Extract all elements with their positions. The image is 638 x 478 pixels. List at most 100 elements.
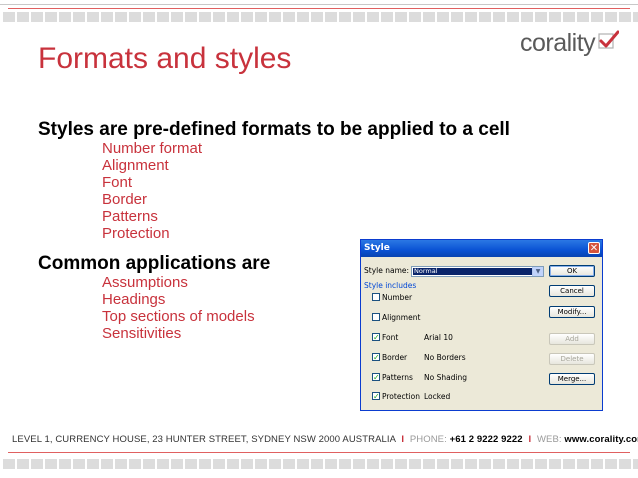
decorative-tile bbox=[241, 12, 253, 22]
decorative-tile bbox=[45, 459, 57, 469]
decorative-tile bbox=[185, 12, 197, 22]
font-value: Arial 10 bbox=[424, 333, 453, 342]
decorative-tile bbox=[269, 459, 281, 469]
protection-label: Protection bbox=[382, 392, 420, 401]
decorative-tile bbox=[465, 459, 477, 469]
heading-applications: Common applications are bbox=[38, 253, 271, 274]
footer-contact: LEVEL 1, CURRENCY HOUSE, 23 HUNTER STREE… bbox=[12, 434, 638, 445]
decorative-tile bbox=[325, 459, 337, 469]
decorative-tile bbox=[255, 459, 267, 469]
footer-phone: +61 2 9222 9222 bbox=[449, 434, 523, 445]
footer-separator: I bbox=[528, 434, 532, 445]
list-item: Assumptions bbox=[102, 274, 188, 291]
top-decorative-band bbox=[0, 12, 638, 22]
decorative-tile bbox=[101, 12, 113, 22]
decorative-tile bbox=[633, 12, 638, 22]
decorative-tile bbox=[199, 459, 211, 469]
decorative-tile bbox=[381, 12, 393, 22]
font-checkbox[interactable]: ✓ bbox=[372, 333, 380, 342]
list-item: Number format bbox=[102, 140, 203, 157]
decorative-tile bbox=[17, 12, 29, 22]
decorative-tile bbox=[31, 12, 43, 22]
decorative-tile bbox=[563, 12, 575, 22]
decorative-tile bbox=[339, 459, 351, 469]
decorative-tile bbox=[395, 12, 407, 22]
modify-button[interactable]: Modify... bbox=[549, 306, 595, 318]
list-item: Headings bbox=[102, 291, 166, 308]
decorative-tile bbox=[479, 459, 491, 469]
decorative-tile bbox=[423, 12, 435, 22]
decorative-tile bbox=[115, 12, 127, 22]
decorative-tile bbox=[619, 12, 631, 22]
merge-button[interactable]: Merge... bbox=[549, 373, 595, 385]
decorative-tile bbox=[143, 459, 155, 469]
footer-web-label: WEB: bbox=[536, 434, 562, 445]
list-item: Border bbox=[102, 191, 148, 208]
footer-web[interactable]: www.corality.com bbox=[564, 434, 638, 445]
decorative-tile bbox=[619, 459, 631, 469]
patterns-label: Patterns bbox=[382, 373, 413, 382]
decorative-tile bbox=[227, 12, 239, 22]
ok-button[interactable]: OK bbox=[549, 265, 595, 277]
decorative-tile bbox=[185, 459, 197, 469]
decorative-tile bbox=[521, 459, 533, 469]
list-item: Top sections of models bbox=[102, 308, 255, 325]
decorative-tile bbox=[507, 459, 519, 469]
decorative-tile bbox=[353, 12, 365, 22]
decorative-tile bbox=[353, 459, 365, 469]
cancel-button[interactable]: Cancel bbox=[549, 285, 595, 297]
delete-button[interactable]: Delete bbox=[549, 353, 595, 365]
add-button[interactable]: Add bbox=[549, 333, 595, 345]
decorative-tile bbox=[465, 12, 477, 22]
footer-phone-label: PHONE: bbox=[409, 434, 447, 445]
chevron-down-icon[interactable]: ▼ bbox=[532, 267, 543, 276]
decorative-tile bbox=[409, 12, 421, 22]
decorative-tile bbox=[493, 12, 505, 22]
decorative-tile bbox=[101, 459, 113, 469]
decorative-tile bbox=[311, 459, 323, 469]
decorative-tile bbox=[409, 459, 421, 469]
decorative-tile bbox=[73, 459, 85, 469]
top-divider bbox=[0, 4, 638, 5]
decorative-tile bbox=[605, 459, 617, 469]
decorative-tile bbox=[633, 459, 638, 469]
decorative-tile bbox=[283, 12, 295, 22]
patterns-checkbox[interactable]: ✓ bbox=[372, 373, 380, 382]
patterns-value: No Shading bbox=[424, 373, 468, 382]
decorative-tile bbox=[171, 459, 183, 469]
list-item: Patterns bbox=[102, 208, 158, 225]
decorative-tile bbox=[395, 459, 407, 469]
decorative-tile bbox=[591, 459, 603, 469]
decorative-tile bbox=[437, 12, 449, 22]
decorative-tile bbox=[339, 12, 351, 22]
decorative-tile bbox=[451, 459, 463, 469]
bottom-red-rule bbox=[8, 452, 630, 453]
decorative-tile bbox=[507, 12, 519, 22]
decorative-tile bbox=[367, 459, 379, 469]
footer-address: LEVEL 1, CURRENCY HOUSE, 23 HUNTER STREE… bbox=[12, 434, 396, 445]
alignment-checkbox[interactable] bbox=[372, 313, 380, 321]
protection-value: Locked bbox=[424, 392, 451, 401]
slide-title: Formats and styles bbox=[38, 42, 292, 75]
style-name-label: Style name: bbox=[364, 266, 410, 275]
footer-separator: I bbox=[401, 434, 405, 445]
style-name-select[interactable]: Normal ▼ bbox=[411, 266, 544, 277]
decorative-tile bbox=[381, 459, 393, 469]
close-icon[interactable]: ✕ bbox=[588, 242, 600, 254]
protection-checkbox[interactable]: ✓ bbox=[372, 392, 380, 401]
decorative-tile bbox=[563, 459, 575, 469]
decorative-tile bbox=[549, 459, 561, 469]
list-item: Font bbox=[102, 174, 133, 191]
decorative-tile bbox=[31, 459, 43, 469]
decorative-tile bbox=[157, 459, 169, 469]
decorative-tile bbox=[17, 459, 29, 469]
decorative-tile bbox=[129, 459, 141, 469]
decorative-tile bbox=[451, 12, 463, 22]
checkmark-icon bbox=[598, 30, 620, 49]
number-checkbox[interactable] bbox=[372, 293, 380, 301]
number-label: Number bbox=[382, 293, 413, 302]
corality-logo: corality bbox=[520, 28, 620, 58]
border-checkbox[interactable]: ✓ bbox=[372, 353, 380, 362]
list-item: Protection bbox=[102, 225, 170, 242]
decorative-tile bbox=[143, 12, 155, 22]
